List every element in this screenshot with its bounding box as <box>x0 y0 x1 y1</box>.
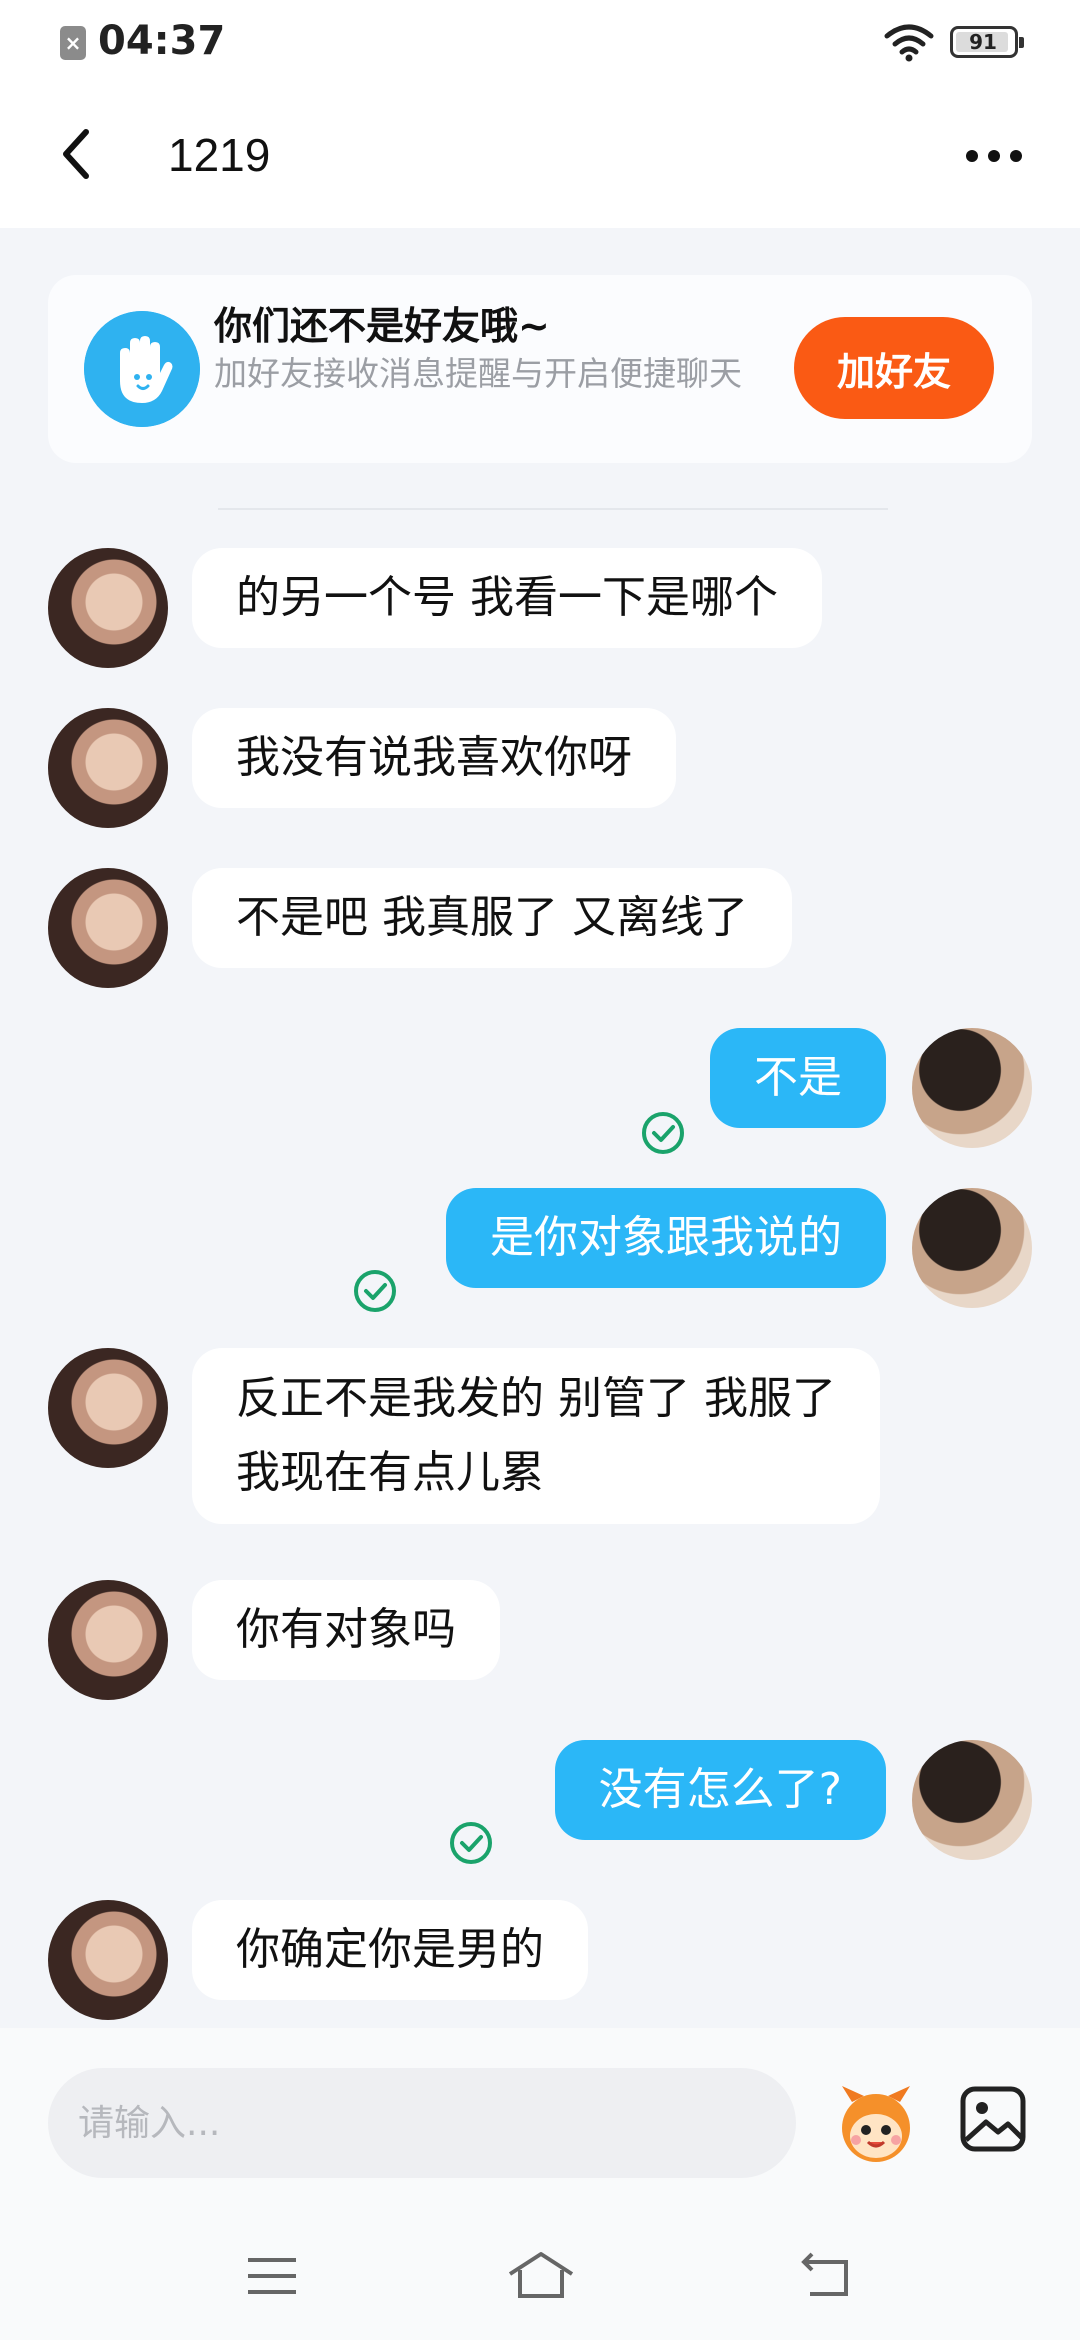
hand-icon <box>84 311 200 427</box>
incoming-message[interactable]: 你有对象吗 <box>192 1580 500 1680</box>
add-friend-banner: 你们还不是好友哦~ 加好友接收消息提醒与开启便捷聊天 加好友 <box>48 275 1032 463</box>
chat-title: 1219 <box>168 129 271 181</box>
divider <box>218 508 888 510</box>
notification-blocked-icon: × <box>60 26 86 60</box>
input-bar <box>0 2028 1080 2214</box>
status-bar: × 04:37 91 <box>0 0 1080 84</box>
incoming-message[interactable]: 你确定你是男的 <box>192 1900 588 2000</box>
incoming-message[interactable]: 不是吧 我真服了 又离线了 <box>192 868 792 968</box>
emoji-icon[interactable] <box>832 2080 920 2168</box>
contact-avatar[interactable] <box>48 1580 168 1700</box>
back-icon[interactable] <box>58 124 98 184</box>
add-friend-button[interactable]: 加好友 <box>794 317 994 419</box>
read-check-icon <box>450 1822 492 1864</box>
menu-icon[interactable] <box>242 2248 302 2304</box>
outgoing-message[interactable]: 不是 <box>710 1028 886 1128</box>
my-avatar[interactable] <box>912 1188 1032 1308</box>
more-icon[interactable] <box>964 144 1024 168</box>
chat-header: 1219 <box>0 84 1080 228</box>
contact-avatar[interactable] <box>48 548 168 668</box>
incoming-message[interactable]: 我没有说我喜欢你呀 <box>192 708 676 808</box>
battery-icon: 91 <box>950 26 1024 58</box>
read-check-icon <box>642 1112 684 1154</box>
battery-level: 91 <box>969 30 997 54</box>
message-line: 反正不是我发的 别管了 我服了 <box>236 1373 836 1424</box>
contact-avatar[interactable] <box>48 1348 168 1468</box>
chat-screen: × 04:37 91 1219 你们还不是好友哦~ 加好友接收消息提醒与开启便捷… <box>0 0 1080 2340</box>
home-icon[interactable] <box>506 2248 576 2304</box>
return-icon[interactable] <box>796 2248 856 2304</box>
status-time: 04:37 <box>98 18 226 64</box>
incoming-message[interactable]: 反正不是我发的 别管了 我服了 我现在有点儿累 <box>192 1348 880 1524</box>
outgoing-message[interactable]: 是你对象跟我说的 <box>446 1188 886 1288</box>
banner-title: 你们还不是好友哦~ <box>214 304 550 348</box>
message-line: 我现在有点儿累 <box>236 1447 544 1498</box>
my-avatar[interactable] <box>912 1028 1032 1148</box>
contact-avatar[interactable] <box>48 1900 168 2020</box>
system-nav-bar <box>0 2214 1080 2340</box>
message-input[interactable] <box>48 2068 796 2178</box>
outgoing-message[interactable]: 没有怎么了? <box>554 1740 886 1840</box>
image-icon[interactable] <box>958 2084 1028 2154</box>
wifi-icon <box>884 24 934 62</box>
banner-subtitle: 加好友接收消息提醒与开启便捷聊天 <box>214 354 742 393</box>
contact-avatar[interactable] <box>48 708 168 828</box>
read-check-icon <box>354 1270 396 1312</box>
contact-avatar[interactable] <box>48 868 168 988</box>
my-avatar[interactable] <box>912 1740 1032 1860</box>
incoming-message[interactable]: 的另一个号 我看一下是哪个 <box>192 548 822 648</box>
